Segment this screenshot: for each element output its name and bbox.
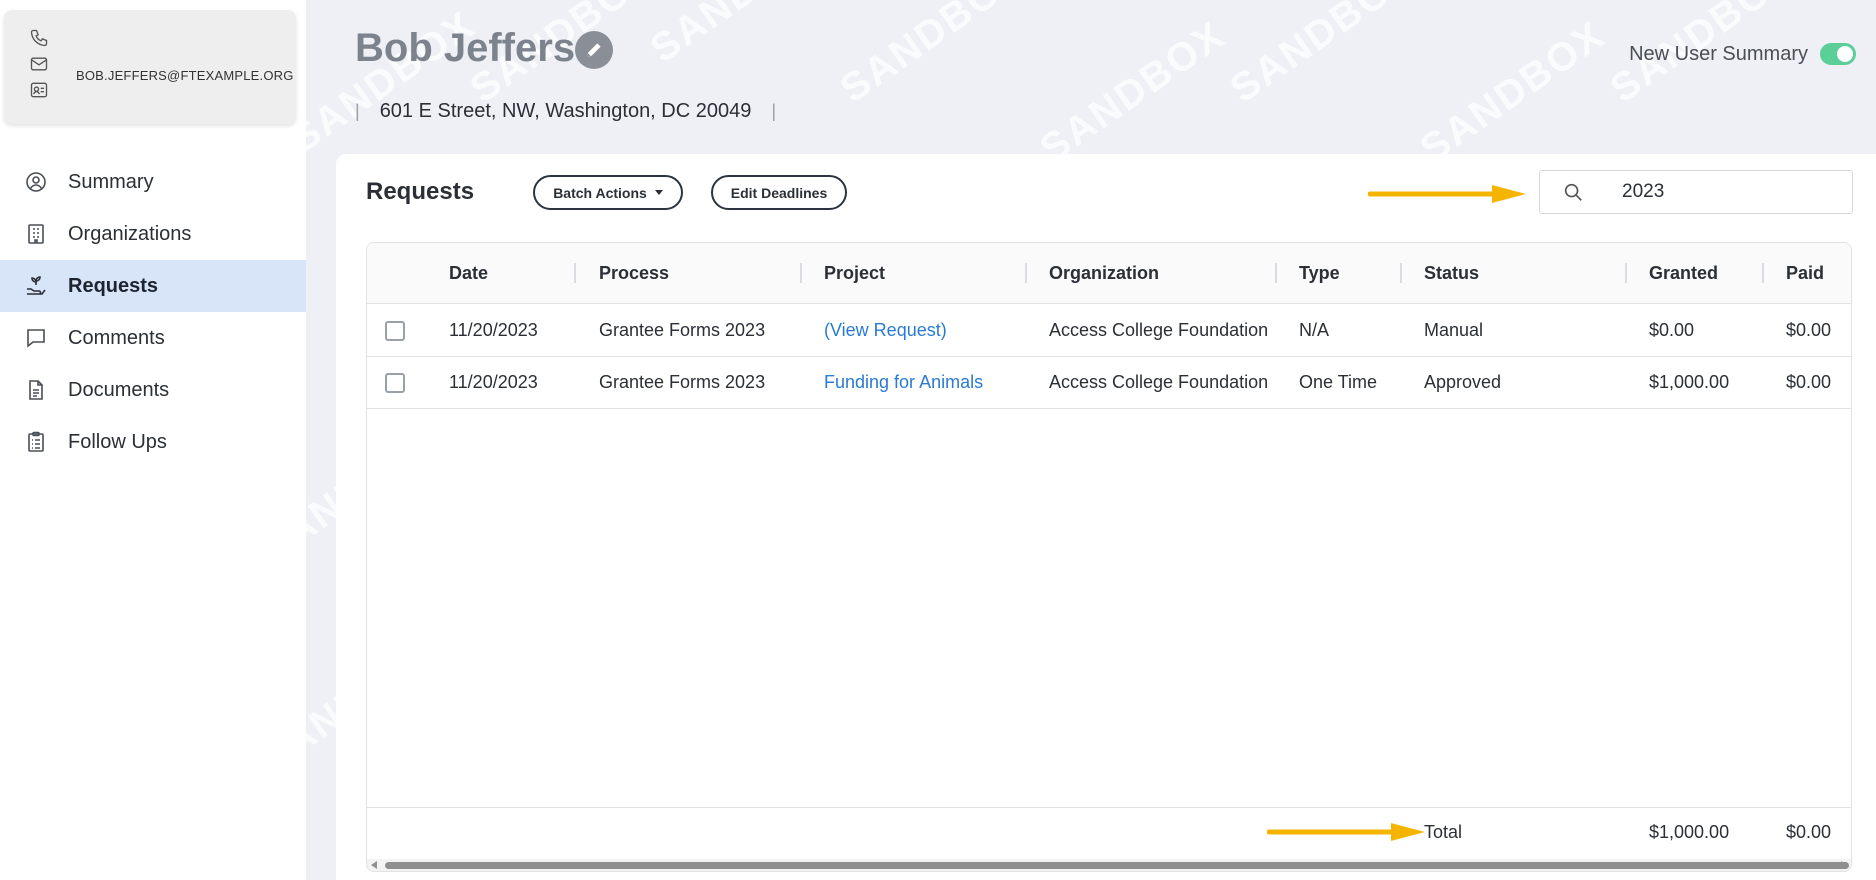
scroll-left-icon[interactable] (371, 861, 377, 869)
watermark-text: SANDBOX (1412, 12, 1614, 172)
sidebar-item-label: Requests (68, 274, 159, 297)
requests-title: Requests (366, 178, 475, 205)
column-header-granted[interactable]: Granted (1649, 263, 1718, 284)
cell-granted: $1,000.00 (1649, 372, 1730, 392)
sidebar-item-label: Follow Ups (68, 430, 167, 453)
watermark-text: SANDBOX (1032, 12, 1234, 172)
phone-icon[interactable] (28, 28, 50, 48)
sidebar-item-label: Documents (68, 378, 170, 401)
contact-card: BOB.JEFFERS@FTEXAMPLE.ORG (4, 10, 296, 124)
cell-paid: $0.00 (1786, 320, 1832, 340)
search-icon (1564, 183, 1582, 201)
watermark-text: SANDBOX (642, 0, 843, 72)
address-row: | 601 E Street, NW, Washington, DC 20049… (355, 100, 776, 123)
watermark-text: SANDBOX (1222, 0, 1424, 112)
search-box[interactable] (1539, 170, 1853, 214)
document-icon (29, 380, 43, 400)
column-header-date[interactable]: Date (449, 263, 488, 284)
clipboard-icon (28, 431, 44, 452)
sidebar-item-follow-ups[interactable]: Follow Ups (0, 416, 306, 468)
column-header-type[interactable]: Type (1299, 263, 1340, 284)
project-link[interactable]: Funding for Animals (824, 372, 983, 393)
cell-process: Grantee Forms 2023 (599, 320, 766, 340)
batch-actions-button[interactable]: Batch Actions (533, 175, 683, 210)
sidebar-item-summary[interactable]: Summary (0, 156, 306, 208)
column-header-status[interactable]: Status (1424, 263, 1479, 284)
search-input[interactable] (1622, 181, 1822, 203)
sidebar-item-organizations[interactable]: Organizations (0, 208, 306, 260)
cell-process: Grantee Forms 2023 (599, 372, 766, 392)
chat-bubble-icon (27, 329, 45, 348)
sidebar-item-label: Comments (68, 326, 165, 349)
requests-table: Date Process Project Organization Type S… (366, 242, 1852, 872)
column-header-paid[interactable]: Paid (1786, 263, 1824, 284)
toggle-knob (1837, 46, 1853, 62)
column-resize-handle[interactable] (1400, 263, 1402, 283)
annotation-arrow-icon (1368, 185, 1526, 203)
watermark-text: SANDBOX (832, 0, 1034, 112)
sidebar-item-documents[interactable]: Documents (0, 364, 306, 416)
contact-card-icon[interactable] (28, 80, 50, 100)
column-resize-handle[interactable] (1625, 263, 1627, 283)
cell-granted: $0.00 (1649, 320, 1695, 340)
sidebar-nav: Summary Organizations Requests Comments … (0, 156, 306, 468)
page-title: Bob Jeffers (355, 26, 576, 70)
sidebar: BOB.JEFFERS@FTEXAMPLE.ORG Summary Organi… (0, 0, 306, 880)
annotation-arrow-icon (1267, 823, 1425, 841)
cell-paid: $0.00 (1786, 372, 1832, 392)
cell-status: Manual (1424, 320, 1484, 340)
chevron-down-icon (654, 190, 663, 195)
column-resize-handle[interactable] (1275, 263, 1277, 283)
edit-deadlines-button[interactable]: Edit Deadlines (711, 175, 847, 210)
hand-plant-icon (27, 276, 46, 295)
divider: | (771, 101, 777, 121)
cell-organization: Access College Foundation (1049, 320, 1269, 340)
cell-status: Approved (1424, 372, 1502, 392)
user-circle-icon (26, 172, 46, 192)
edit-name-button[interactable] (575, 31, 613, 69)
total-granted: $1,000.00 (1649, 822, 1730, 842)
sidebar-item-label: Summary (68, 170, 154, 193)
building-icon (28, 224, 44, 244)
total-paid: $0.00 (1786, 822, 1832, 842)
column-resize-handle[interactable] (1762, 263, 1764, 283)
sidebar-item-label: Organizations (68, 222, 192, 245)
column-header-process[interactable]: Process (599, 263, 669, 284)
contact-email[interactable]: BOB.JEFFERS@FTEXAMPLE.ORG (76, 68, 294, 83)
column-resize-handle[interactable] (1025, 263, 1027, 283)
edit-deadlines-label: Edit Deadlines (730, 184, 828, 201)
project-link[interactable]: (View Request) (824, 320, 947, 341)
new-user-summary-toggle[interactable] (1820, 43, 1856, 65)
horizontal-scrollbar[interactable] (367, 859, 1851, 871)
column-resize-handle[interactable] (574, 263, 576, 283)
requests-panel: Requests Batch Actions Edit Deadlines Da… (336, 154, 1876, 880)
column-header-project[interactable]: Project (824, 263, 885, 284)
row-checkbox[interactable] (385, 321, 405, 341)
column-header-organization[interactable]: Organization (1049, 263, 1159, 284)
cell-type: One Time (1299, 372, 1378, 392)
scrollbar-thumb[interactable] (385, 862, 1849, 869)
table-row[interactable]: 11/20/2023 Grantee Forms 2023 Funding fo… (367, 357, 1851, 409)
sidebar-item-comments[interactable]: Comments (0, 312, 306, 364)
batch-actions-label: Batch Actions (553, 184, 647, 201)
cell-date: 11/20/2023 (449, 320, 538, 340)
sidebar-item-requests[interactable]: Requests (0, 260, 306, 312)
divider: | (355, 101, 360, 121)
table-row[interactable]: 11/20/2023 Grantee Forms 2023 (View Requ… (367, 305, 1851, 357)
total-label: Total (1424, 822, 1463, 842)
address-text: 601 E Street, NW, Washington, DC 20049 (379, 100, 752, 122)
pencil-icon (587, 43, 601, 57)
mail-icon[interactable] (28, 54, 50, 74)
scroll-right-icon[interactable] (1841, 861, 1847, 869)
cell-type: N/A (1299, 320, 1330, 340)
cell-organization: Access College Foundation (1049, 372, 1269, 392)
cell-date: 11/20/2023 (449, 372, 538, 392)
table-header: Date Process Project Organization Type S… (367, 243, 1851, 304)
new-user-summary-label: New User Summary (1629, 43, 1808, 65)
row-checkbox[interactable] (385, 373, 405, 393)
column-resize-handle[interactable] (800, 263, 802, 283)
table-footer: Total $1,000.00 $0.00 (367, 807, 1851, 861)
